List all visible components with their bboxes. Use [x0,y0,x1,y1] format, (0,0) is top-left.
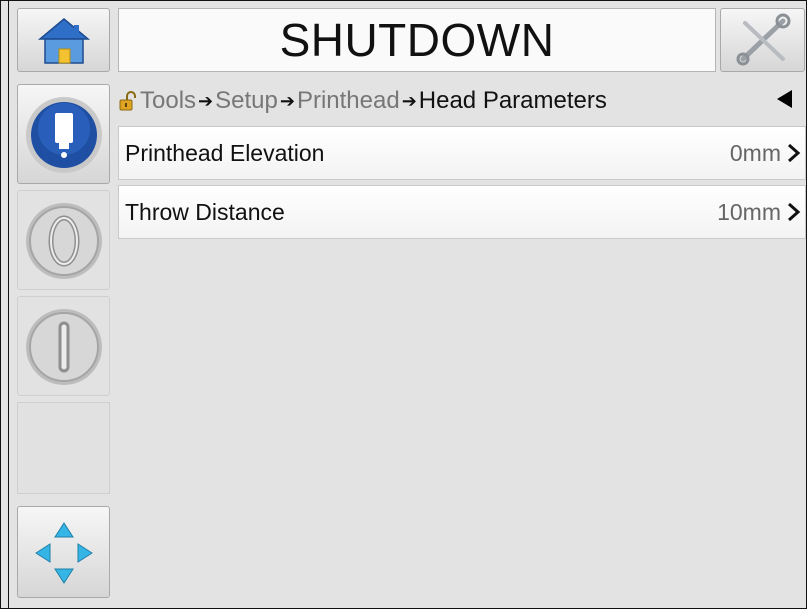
back-arrow-icon[interactable] [777,90,792,108]
ink-cartridge-icon [26,97,102,173]
wrench-screwdriver-icon [736,13,791,66]
navigation-arrows-icon [35,522,93,584]
stop-o-icon [26,203,102,279]
start-button[interactable] [17,296,110,396]
chevron-right-icon [788,202,801,222]
empty-slot [17,402,110,494]
tools-button[interactable] [720,8,805,72]
parameter-value: 10mm [717,198,781,225]
page-title: SHUTDOWN [279,14,555,66]
stop-button[interactable] [17,190,110,290]
list-item-printhead-elevation[interactable]: Printhead Elevation 0mm [118,126,806,180]
ink-system-button[interactable] [17,84,110,184]
start-i-icon [26,309,102,385]
breadcrumb-item-tools[interactable]: Tools [140,87,196,115]
home-button[interactable] [17,8,110,72]
breadcrumb-item-printhead[interactable]: Printhead [297,87,400,115]
list-item-throw-distance[interactable]: Throw Distance 10mm [118,185,806,239]
breadcrumb-separator-icon: ➔ [198,90,214,111]
parameter-label: Throw Distance [125,198,285,225]
page-title-box: SHUTDOWN [118,8,716,72]
breadcrumb-separator-icon: ➔ [279,90,295,111]
chevron-right-icon [788,143,801,163]
unlocked-padlock-icon [119,91,136,111]
home-icon [37,18,91,64]
breadcrumb-separator-icon: ➔ [401,90,417,111]
parameter-value: 0mm [729,139,781,166]
frame-divider [8,0,9,609]
navigation-button[interactable] [17,506,110,598]
breadcrumb: Tools ➔ Setup ➔ Printhead ➔ Head Paramet… [118,84,804,118]
breadcrumb-item-current: Head Parameters [418,87,607,114]
parameter-label: Printhead Elevation [125,139,325,166]
breadcrumb-item-setup[interactable]: Setup [215,87,278,115]
